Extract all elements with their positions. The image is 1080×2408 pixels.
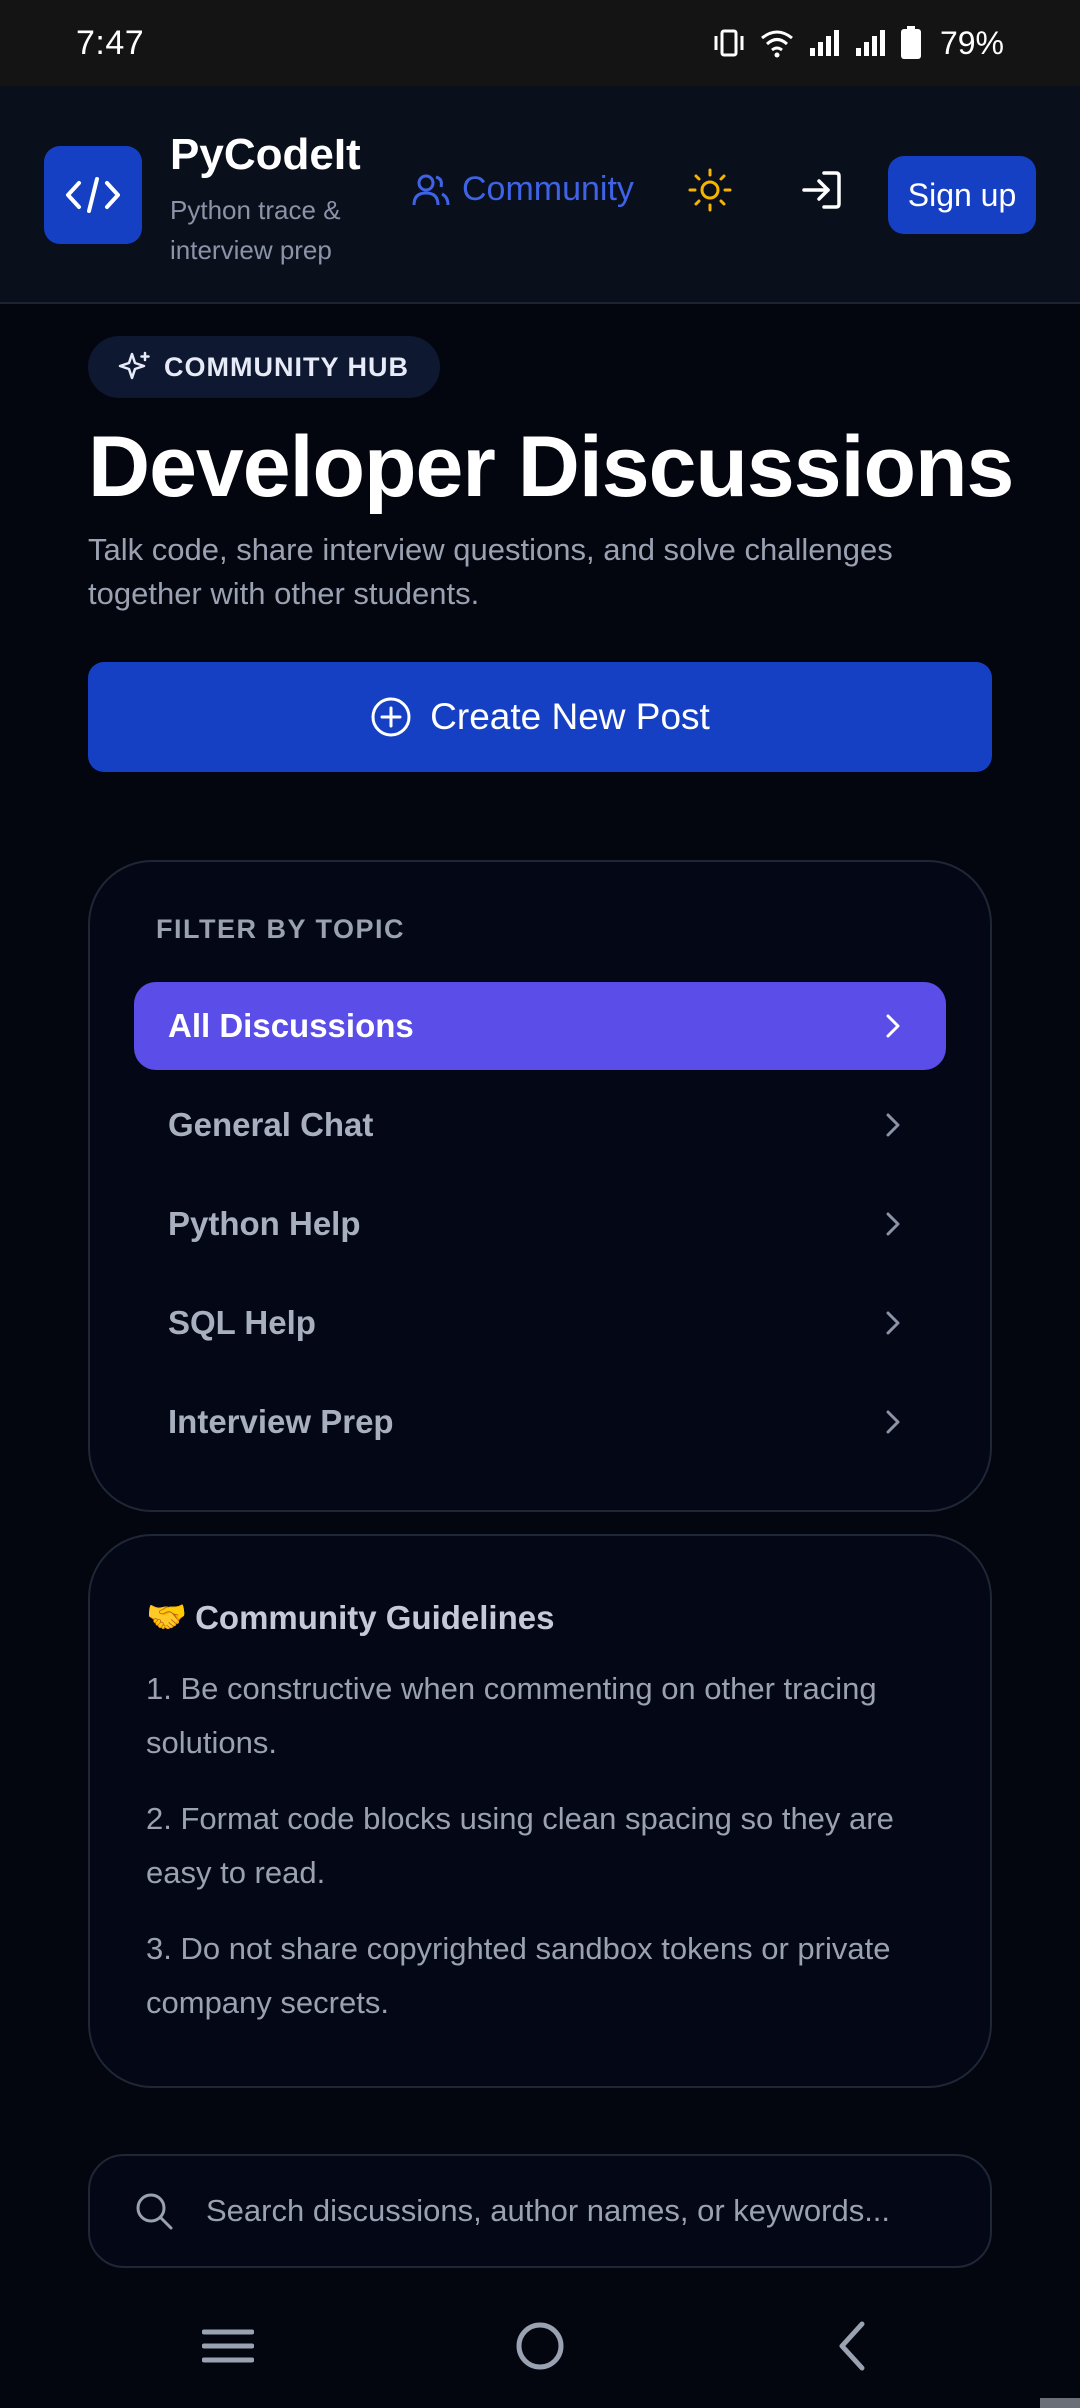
system-nav-bar (0, 2290, 1080, 2408)
nav-community-label: Community (462, 170, 634, 208)
sun-icon (688, 168, 732, 212)
create-post-button[interactable]: Create New Post (88, 662, 992, 772)
topic-label: Interview Prep (168, 1403, 394, 1440)
plus-circle-icon (371, 697, 411, 737)
chevron-right-icon (886, 1311, 900, 1335)
topic-label: Python Help (168, 1205, 361, 1242)
topic-item-interview-prep[interactable]: Interview Prep (134, 1378, 946, 1466)
topic-label: All Discussions (168, 1007, 414, 1044)
status-time: 7:47 (76, 23, 145, 62)
create-post-label: Create New Post (430, 696, 710, 737)
filter-heading: FILTER BY TOPIC (156, 914, 406, 944)
chevron-right-icon (886, 1410, 900, 1434)
handshake-icon: 🤝 (146, 1598, 188, 1635)
search-box (88, 2154, 992, 2268)
users-icon (412, 174, 450, 205)
menu-icon (201, 2329, 255, 2363)
chevron-right-icon (886, 1212, 900, 1236)
guidelines-card: 🤝 Community Guidelines 1. Be constructiv… (88, 1534, 992, 2088)
brand-name[interactable]: PyCodeIt (170, 130, 361, 180)
topic-item-all-discussions[interactable]: All Discussions (134, 982, 946, 1070)
battery-icon (900, 26, 922, 60)
page-title: Developer Discussions (88, 419, 1014, 515)
corner-indicator (1040, 2398, 1080, 2408)
topic-label: General Chat (168, 1106, 374, 1143)
topic-item-general-chat[interactable]: General Chat (134, 1081, 946, 1169)
signal-icon (808, 28, 840, 58)
chevron-right-icon (886, 1113, 900, 1137)
guidelines-title: 🤝 Community Guidelines (146, 1598, 554, 1637)
guideline-item: 3. Do not share copyrighted sandbox toke… (146, 1931, 891, 2020)
theme-toggle-button[interactable] (688, 168, 732, 217)
back-chevron-icon (839, 2321, 865, 2371)
guidelines-title-text: Community Guidelines (195, 1598, 555, 1636)
guideline-item: 1. Be constructive when commenting on ot… (146, 1671, 877, 1760)
search-icon (136, 2193, 173, 2230)
signup-button[interactable]: Sign up (888, 156, 1036, 234)
code-icon (66, 177, 120, 213)
sparkles-icon (118, 351, 150, 380)
page-subtitle: Talk code, share interview questions, an… (88, 532, 893, 611)
battery-level: 79% (939, 24, 1004, 61)
community-hub-badge: COMMUNITY HUB (88, 336, 440, 398)
topic-label: SQL Help (168, 1304, 316, 1341)
login-button[interactable] (800, 170, 842, 215)
chevron-right-icon (886, 1014, 900, 1038)
signal-icon (854, 28, 886, 58)
search-input[interactable] (204, 2192, 964, 2230)
app-logo[interactable] (44, 146, 142, 244)
nav-community-link[interactable]: Community (412, 170, 634, 209)
home-button[interactable] (514, 2320, 566, 2377)
wifi-icon (760, 28, 794, 58)
topic-item-python-help[interactable]: Python Help (134, 1180, 946, 1268)
topic-item-sql-help[interactable]: SQL Help (134, 1279, 946, 1367)
guideline-item: 2. Format code blocks using clean spacin… (146, 1801, 894, 1890)
status-icons: 79% (712, 25, 1004, 62)
community-hub-label: COMMUNITY HUB (164, 351, 409, 382)
status-bar: 7:47 79% (0, 0, 1080, 86)
vibrate-icon (712, 28, 746, 58)
login-icon (802, 171, 841, 209)
filter-card: FILTER BY TOPIC All Discussions General … (88, 860, 992, 1512)
brand-tagline: Python trace & interview prep (170, 195, 341, 265)
back-button[interactable] (826, 2320, 878, 2377)
home-circle-icon (516, 2322, 564, 2370)
recent-apps-button[interactable] (201, 2320, 255, 2377)
